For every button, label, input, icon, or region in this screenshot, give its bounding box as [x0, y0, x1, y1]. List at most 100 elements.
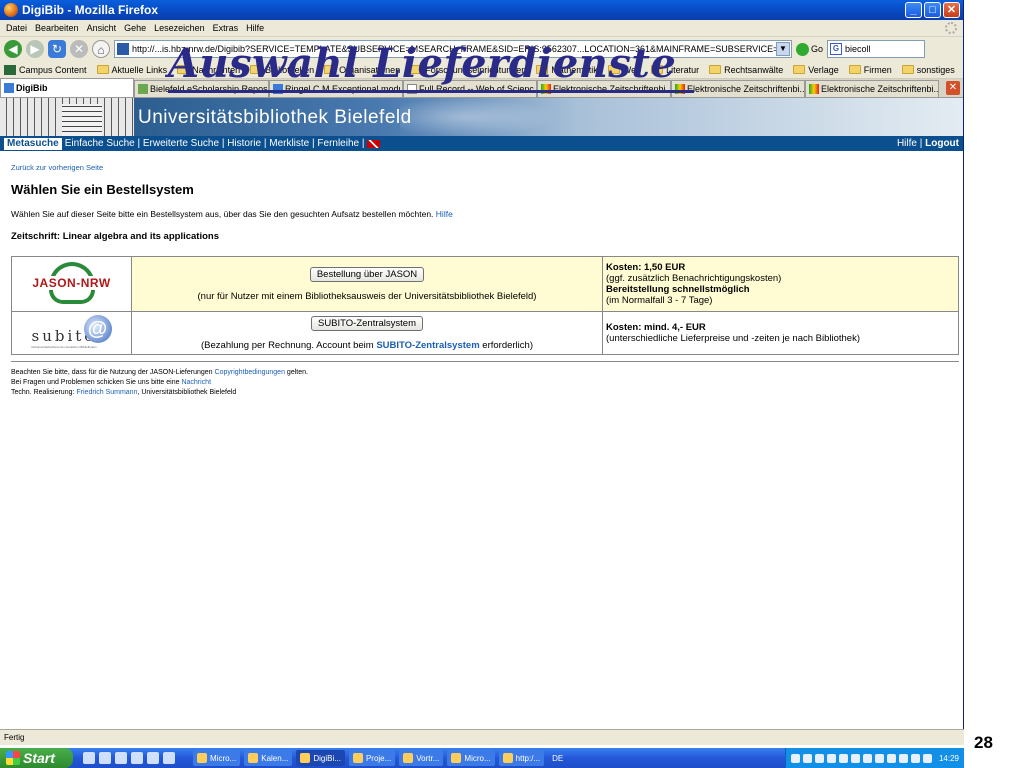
bookmark-label: Aktuelle Links — [111, 64, 168, 75]
quicklaunch-icon[interactable] — [99, 752, 111, 764]
minimize-button[interactable]: _ — [905, 2, 922, 18]
menu-lesezeichen[interactable]: Lesezeichen — [152, 23, 211, 33]
start-label: Start — [23, 750, 55, 766]
tab-ezb-3[interactable]: Elektronische Zeitschriftenbi... — [805, 80, 939, 97]
tray-icon[interactable] — [910, 753, 920, 763]
jason-delivery-note: (im Normalfall 3 - 7 Tage) — [606, 295, 713, 306]
banner-decoration — [400, 98, 560, 136]
task-micro-1[interactable]: Micro... — [193, 750, 241, 766]
bookmark-label: Firmen — [863, 64, 892, 75]
task-label: Vortr... — [416, 753, 440, 763]
task-digibib[interactable]: DigiBi... — [296, 750, 345, 766]
subito-logo-cell: subito @ Dokumentlieferdienst der deutsc… — [11, 311, 132, 355]
menu-bearbeiten[interactable]: Bearbeiten — [33, 23, 85, 33]
reload-icon[interactable]: ↻ — [48, 40, 66, 58]
tray-icon[interactable] — [886, 753, 896, 763]
quicklaunch-icon[interactable] — [115, 752, 127, 764]
task-label: DigiBi... — [313, 753, 341, 763]
folder-icon — [709, 65, 722, 74]
help-link[interactable]: Hilfe — [436, 209, 453, 219]
quick-launch — [83, 752, 175, 764]
tab-label: Elektronische Zeitschriftenbi... — [687, 84, 805, 94]
bookmark-folder[interactable]: Firmen — [848, 64, 892, 75]
menu-gehe[interactable]: Gehe — [122, 23, 152, 33]
tray-icon[interactable] — [790, 753, 800, 763]
site-navigation: Metasuche Einfache Suche | Erweiterte Su… — [0, 136, 963, 151]
tray-icon[interactable] — [862, 753, 872, 763]
subito-central-link[interactable]: SUBITO-Zentralsystem — [376, 340, 479, 351]
subito-note-before: (Bezahlung per Rechnung. Account beim — [201, 339, 374, 351]
nav-metasuche[interactable]: Metasuche — [4, 137, 62, 150]
task-http[interactable]: http:/... — [498, 750, 545, 766]
slide-title-underline — [168, 90, 694, 93]
nav-hilfe[interactable]: Hilfe — [897, 138, 917, 149]
menu-ansicht[interactable]: Ansicht — [85, 23, 123, 33]
quicklaunch-icon[interactable] — [163, 752, 175, 764]
order-row-subito: subito @ Dokumentlieferdienst der deutsc… — [11, 311, 959, 355]
tray-icon[interactable] — [814, 753, 824, 763]
tray-icon[interactable] — [898, 753, 908, 763]
quicklaunch-icon[interactable] — [147, 752, 159, 764]
tray-icon[interactable] — [922, 753, 932, 763]
menu-extras[interactable]: Extras — [211, 23, 245, 33]
task-micro-2[interactable]: Micro... — [447, 750, 495, 766]
bookmark-folder[interactable]: Aktuelle Links — [96, 64, 168, 75]
go-button[interactable]: Go — [796, 42, 823, 56]
nav-logout[interactable]: Logout — [925, 138, 959, 149]
nav-links[interactable]: Einfache Suche | Erweiterte Suche | Hist… — [62, 138, 365, 149]
jason-cost-note: (ggf. zusätzlich Benachrichtigungskosten… — [606, 273, 782, 284]
close-tab-button[interactable]: ✕ — [946, 81, 960, 95]
bookmark-folder[interactable]: sonstiges — [901, 65, 955, 75]
footer-text: Techn. Realisierung: — [11, 389, 75, 396]
tray-icon[interactable] — [850, 753, 860, 763]
english-flag-icon[interactable] — [367, 139, 381, 148]
maximize-button[interactable]: □ — [924, 2, 941, 18]
back-link[interactable]: Zurück zur vorherigen Seite — [11, 163, 963, 172]
tray-icon[interactable] — [838, 753, 848, 763]
menu-datei[interactable]: Datei — [4, 23, 33, 33]
tray-icon[interactable] — [826, 753, 836, 763]
menu-hilfe[interactable]: Hilfe — [244, 23, 270, 33]
bookmark-folder[interactable]: Verlage — [793, 65, 839, 75]
forward-icon[interactable]: ▶ — [26, 40, 44, 58]
task-vortrag[interactable]: Vortr... — [399, 750, 444, 766]
order-systems-table: JASON-NRW Bestellung über JASON (nur für… — [11, 256, 959, 355]
tray-icon[interactable] — [802, 753, 812, 763]
tray-icon[interactable] — [874, 753, 884, 763]
clock[interactable]: 14:29 — [939, 754, 959, 763]
bookmark-folder[interactable]: Rechtsanwälte — [709, 65, 783, 75]
jason-logo-cell: JASON-NRW — [11, 256, 132, 312]
footer-credits-line: Techn. Realisierung: Friedrich Summann, … — [11, 388, 963, 398]
author-link[interactable]: Friedrich Summann — [76, 389, 137, 396]
close-button[interactable]: ✕ — [943, 2, 960, 18]
bookmark-item[interactable]: Campus Content — [4, 64, 87, 75]
message-link[interactable]: Nachricht — [181, 379, 211, 386]
search-input[interactable]: G biecoll — [827, 40, 926, 58]
campus-content-icon — [4, 64, 16, 75]
url-dropdown-icon[interactable]: ▼ — [776, 42, 790, 56]
copyright-link[interactable]: Copyrightbedingungen — [215, 369, 285, 376]
order-subito-button[interactable]: SUBITO-Zentralsystem — [310, 315, 423, 331]
start-button[interactable]: Start — [0, 748, 73, 768]
throbber-icon — [945, 22, 957, 34]
language-indicator[interactable]: DE — [548, 750, 567, 766]
building-image — [0, 98, 134, 136]
jason-note: (nur für Nutzer mit einem Bibliotheksaus… — [197, 290, 537, 302]
menu-bar: Datei Bearbeiten Ansicht Gehe Lesezeiche… — [0, 20, 963, 37]
task-projekt[interactable]: Proje... — [348, 750, 396, 766]
home-icon[interactable]: ⌂ — [92, 40, 110, 58]
google-icon[interactable]: G — [830, 43, 843, 55]
quicklaunch-icon[interactable] — [83, 752, 95, 764]
tab-digibib[interactable]: DigiBib — [0, 78, 134, 97]
footer-text: , Universitätsbibliothek Bielefeld — [137, 389, 237, 396]
task-kalender[interactable]: Kalen... — [244, 750, 293, 766]
title-bar[interactable]: DigiBib - Mozilla Firefox _ □ ✕ — [0, 0, 963, 20]
footer-text: Bei Fragen und Problemen schicken Sie un… — [11, 379, 180, 386]
stop-icon[interactable]: ✕ — [70, 40, 88, 58]
ezb-tab-icon — [809, 84, 819, 94]
tab-ezb-2[interactable]: Elektronische Zeitschriftenbi... — [671, 80, 805, 97]
go-icon — [796, 42, 809, 56]
order-jason-button[interactable]: Bestellung über JASON — [309, 266, 425, 282]
quicklaunch-icon[interactable] — [131, 752, 143, 764]
back-icon[interactable]: ◀ — [4, 40, 22, 58]
